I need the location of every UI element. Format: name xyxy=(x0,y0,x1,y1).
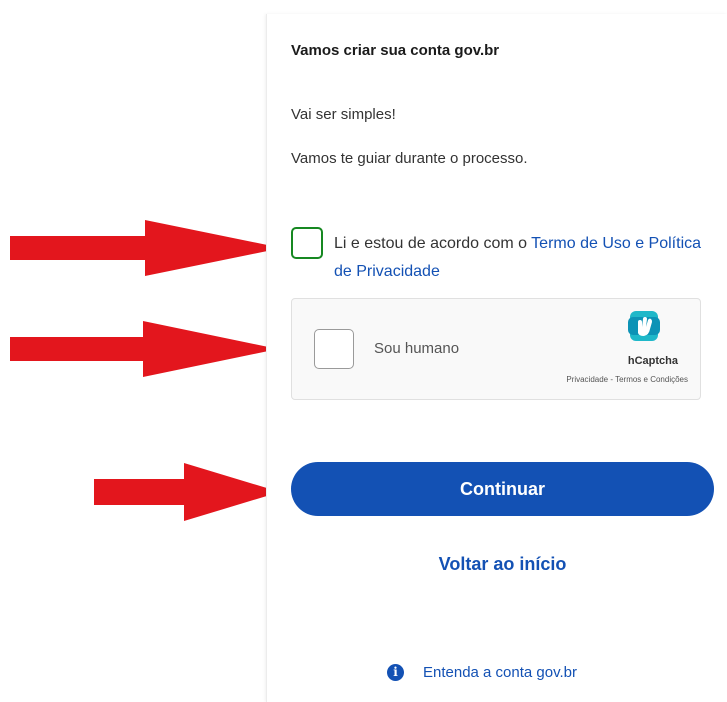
red-arrow-icon xyxy=(94,463,280,521)
page-title: Vamos criar sua conta gov.br xyxy=(291,42,500,59)
terms-prefix-text: Li e estou de acordo com o xyxy=(334,235,532,252)
captcha-checkbox[interactable] xyxy=(314,329,354,369)
hcaptcha-hand-icon xyxy=(628,311,660,341)
hcaptcha-footer-links[interactable]: Privacidade - Termos e Condições xyxy=(566,375,688,384)
help-link-text: Entenda a conta gov.br xyxy=(423,663,577,681)
signup-card: Vamos criar sua conta gov.br Vai ser sim… xyxy=(266,14,727,702)
captcha-label: Sou humano xyxy=(374,340,460,357)
red-arrow-icon xyxy=(10,321,278,377)
terms-checkbox[interactable] xyxy=(291,227,323,259)
hcaptcha-widget: Sou humano hCaptcha Privacidade - Termos… xyxy=(291,298,701,400)
intro-text: Vai ser simples! xyxy=(291,106,396,123)
red-arrow-icon xyxy=(10,220,282,276)
hcaptcha-brand-text: hCaptcha xyxy=(627,355,678,367)
intro-subtext: Vamos te guiar durante o processo. xyxy=(291,150,528,167)
back-to-start-link[interactable]: Voltar ao início xyxy=(291,554,714,575)
terms-label: Li e estou de acordo com o Termo de Uso … xyxy=(334,230,714,286)
info-icon: i xyxy=(387,663,404,681)
screenshot-stage: Vamos criar sua conta gov.br Vai ser sim… xyxy=(0,0,727,702)
continue-button[interactable]: Continuar xyxy=(291,462,714,516)
help-link[interactable]: i Entenda a conta gov.br xyxy=(387,662,577,682)
